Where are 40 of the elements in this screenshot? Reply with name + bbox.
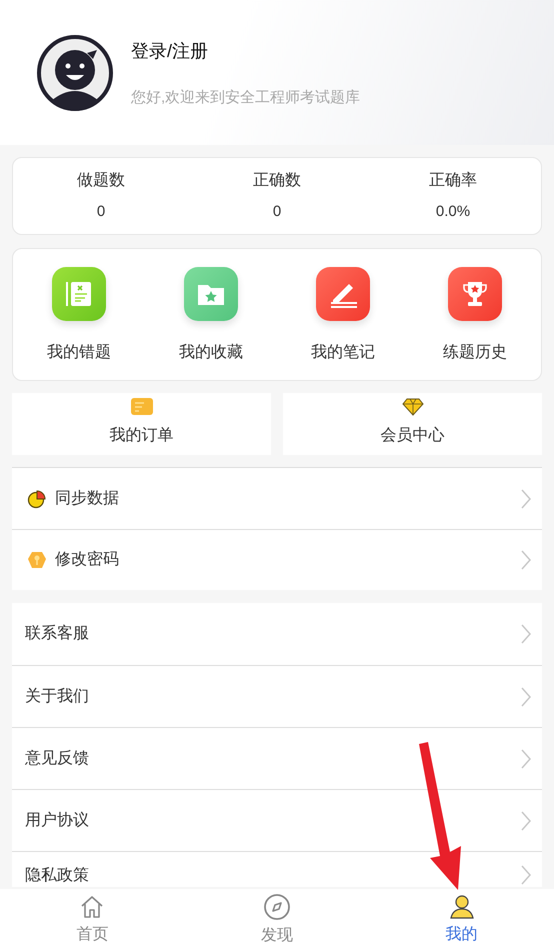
stat-value: 0.0% <box>436 202 470 222</box>
stat-value: 0 <box>96 202 106 222</box>
chevron-right-icon <box>520 623 532 645</box>
welcome-text: 您好,欢迎来到安全工程师考试题库 <box>131 88 360 108</box>
settings-row[interactable]: 同步数据 <box>12 468 542 529</box>
folder-star-icon <box>184 267 238 321</box>
chevron-right-icon <box>520 549 532 571</box>
tab-button[interactable]: 首页 <box>0 889 185 951</box>
chevron-right-icon <box>520 864 532 886</box>
home-icon <box>79 894 106 920</box>
compass-icon <box>263 892 291 920</box>
card-button[interactable]: 会员中心 <box>283 393 542 455</box>
pie-chart-icon <box>27 488 47 508</box>
stat-label: 做题数 <box>77 170 125 191</box>
document-icon <box>130 396 154 416</box>
chevron-right-icon <box>520 810 532 832</box>
stat-value: 0 <box>272 202 282 222</box>
avatar-icon <box>37 34 113 110</box>
key-shield-icon <box>27 550 47 570</box>
settings-row[interactable]: 修改密码 <box>12 529 542 590</box>
chevron-right-icon <box>520 748 532 770</box>
shortcut-button[interactable]: 练题历史 <box>409 249 541 380</box>
chevron-right-icon <box>520 686 532 708</box>
pencil-icon <box>316 267 370 321</box>
menu-row[interactable]: 联系客服 <box>12 603 542 665</box>
stat-label: 正确率 <box>429 170 477 191</box>
tab-button[interactable]: 我的 <box>369 889 554 951</box>
chevron-right-icon <box>520 488 532 510</box>
person-icon <box>448 894 475 920</box>
card-button[interactable]: 我的订单 <box>12 393 271 455</box>
diamond-icon <box>400 396 424 416</box>
tab-button[interactable]: 发现 <box>184 889 370 951</box>
shortcut-button[interactable]: 我的收藏 <box>145 249 277 380</box>
shortcut-button[interactable]: 我的笔记 <box>277 249 409 380</box>
stat-label: 正确数 <box>253 170 301 191</box>
menu-row[interactable]: 关于我们 <box>12 665 542 727</box>
notebook-icon <box>52 267 106 321</box>
login-link[interactable]: 登录/注册 <box>131 38 360 65</box>
shortcut-button[interactable]: 我的错题 <box>13 249 145 380</box>
trophy-icon <box>448 267 502 321</box>
